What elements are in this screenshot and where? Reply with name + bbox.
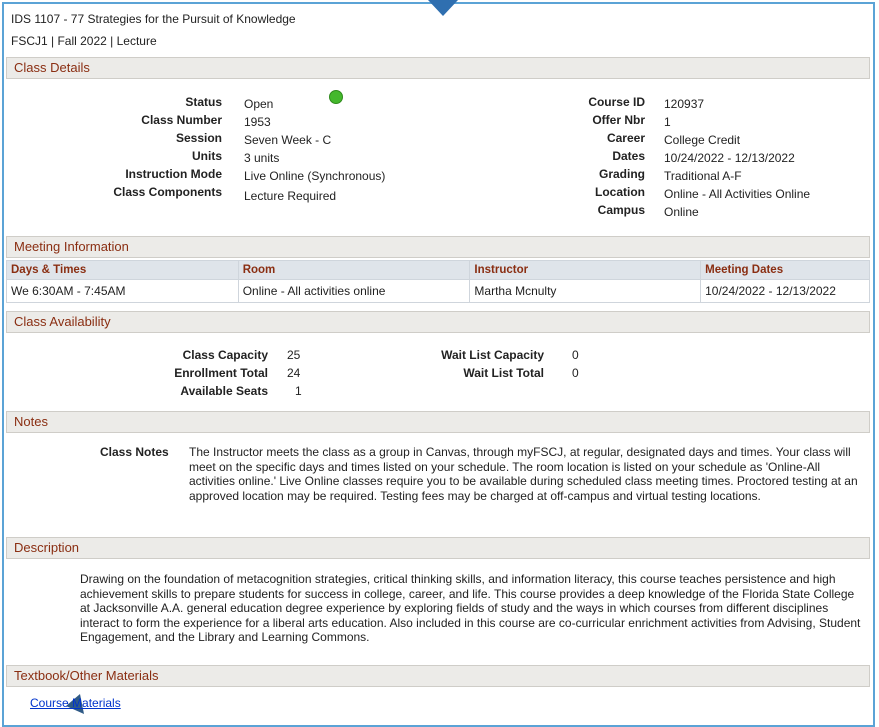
value-career: College Credit [664, 133, 741, 147]
col-instructor: Instructor [469, 260, 702, 280]
cell-meeting-dates: 10/24/2022 - 12/13/2022 [700, 279, 870, 303]
status-open-icon [329, 90, 343, 104]
label-wait-list-capacity: Wait List Capacity [441, 348, 544, 362]
value-campus: Online [664, 205, 699, 219]
label-units: Units [192, 149, 222, 163]
meeting-table: Days & Times Room Instructor Meeting Dat… [6, 260, 870, 303]
availability-right-values: 0 0 [572, 346, 579, 382]
arrow-down-icon [428, 0, 458, 16]
cell-room: Online - All activities online [237, 279, 471, 303]
label-wait-list-total: Wait List Total [463, 366, 544, 380]
label-campus: Campus [597, 203, 645, 217]
value-course-id: 120937 [664, 97, 705, 111]
label-session: Session [175, 131, 222, 145]
course-title: IDS 1107 - 77 Strategies for the Pursuit… [11, 12, 296, 26]
label-class-notes: Class Notes [100, 445, 169, 459]
class-notes-text: The Instructor meets the class as a grou… [189, 445, 858, 503]
section-class-details: Class Details [6, 57, 870, 79]
availability-left-values: 25 24 1 [287, 346, 302, 400]
label-enrollment-total: Enrollment Total [174, 366, 268, 380]
value-class-capacity: 25 [287, 348, 301, 362]
description-text: Drawing on the foundation of metacogniti… [80, 572, 861, 644]
value-wait-list-capacity: 0 [572, 348, 579, 362]
section-meeting-information: Meeting Information [6, 236, 870, 258]
course-materials-link[interactable]: Course Materials [30, 694, 121, 712]
label-dates: Dates [612, 149, 645, 163]
label-class-number: Class Number [141, 113, 222, 127]
label-available-seats: Available Seats [180, 384, 268, 398]
table-row: We 6:30AM - 7:45AM Online - All activiti… [6, 279, 870, 303]
section-textbook-materials: Textbook/Other Materials [6, 665, 870, 687]
class-details-left-labels: Status Class Number Session Units Instru… [60, 93, 222, 201]
class-details-right-labels: Course ID Offer Nbr Career Dates Grading… [540, 93, 645, 219]
label-grading: Grading [598, 167, 645, 181]
label-course-id: Course ID [588, 95, 645, 109]
meeting-header-row: Days & Times Room Instructor Meeting Dat… [6, 260, 870, 280]
term-line: FSCJ1 | Fall 2022 | Lecture [11, 34, 157, 48]
value-grading: Traditional A-F [664, 169, 742, 183]
value-enrollment-total: 24 [287, 366, 301, 380]
value-session: Seven Week - C [244, 133, 332, 147]
value-class-components: Lecture Required [244, 189, 337, 203]
label-class-components: Class Components [113, 185, 222, 199]
section-class-availability: Class Availability [6, 311, 870, 333]
value-dates: 10/24/2022 - 12/13/2022 [664, 151, 795, 165]
col-room: Room [237, 260, 471, 280]
col-meeting-dates: Meeting Dates [700, 260, 870, 280]
value-available-seats: 1 [295, 384, 302, 398]
col-days-times: Days & Times [6, 260, 239, 280]
value-offer-nbr: 1 [664, 115, 671, 129]
value-status: Open [244, 97, 274, 111]
availability-left-labels: Class Capacity Enrollment Total Availabl… [120, 346, 268, 400]
availability-right-labels: Wait List Capacity Wait List Total [400, 346, 544, 382]
label-class-capacity: Class Capacity [182, 348, 268, 362]
value-class-number: 1953 [244, 115, 271, 129]
class-details-right-values: 120937 1 College Credit 10/24/2022 - 12/… [664, 95, 810, 221]
label-career: Career [606, 131, 645, 145]
label-status: Status [185, 95, 222, 109]
label-location: Location [595, 185, 645, 199]
value-location: Online - All Activities Online [664, 187, 811, 201]
section-description: Description [6, 537, 870, 559]
section-notes: Notes [6, 411, 870, 433]
cell-days-times: We 6:30AM - 7:45AM [6, 279, 239, 303]
label-instruction-mode: Instruction Mode [125, 167, 222, 181]
cell-instructor: Martha Mcnulty [469, 279, 702, 303]
class-details-left-values: Open 1953 Seven Week - C 3 units Live On… [244, 95, 385, 205]
value-instruction-mode: Live Online (Synchronous) [244, 169, 386, 183]
value-wait-list-total: 0 [572, 366, 579, 380]
value-units: 3 units [244, 151, 280, 165]
label-offer-nbr: Offer Nbr [592, 113, 645, 127]
